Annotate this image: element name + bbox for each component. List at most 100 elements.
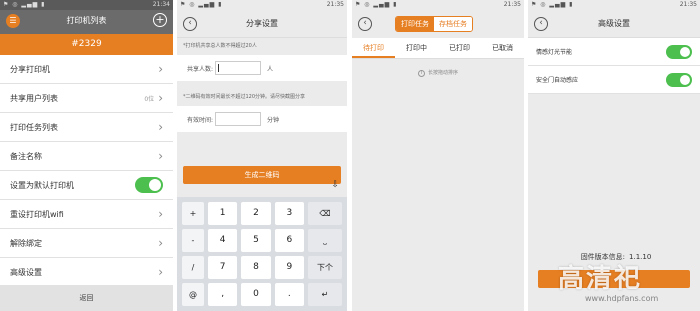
chevron-right-icon: ›: [158, 120, 163, 134]
door-sensor-row: 安全门自动感应: [528, 66, 700, 94]
status-bar: ⚑ ◎ ▂▄▆ ▮ 21:35: [177, 0, 347, 10]
info-icon: i: [417, 70, 425, 77]
share-limit-note: *打印机共享总人数不得超过20人: [183, 43, 257, 49]
keyboard-row: @ , 0 . ↵: [180, 281, 344, 308]
next-button[interactable]: 下个: [307, 256, 342, 279]
share-count-row: 共享人数: 人: [177, 55, 347, 81]
app-header: ☰ 打印机列表 +: [0, 10, 173, 34]
row-label: 安全门自动感应: [536, 77, 579, 84]
printer-id-banner: #2329: [0, 34, 173, 55]
generate-qr-button[interactable]: 生成二维码: [183, 166, 341, 184]
key-0[interactable]: 0: [241, 283, 271, 306]
share-settings-screen: ⚑ ◎ ▂▄▆ ▮ 21:35 ‹ 分享设置 *打印机共享总人数不得超过20人 …: [177, 0, 347, 311]
status-time: 21:35: [326, 1, 344, 8]
valid-time-row: 有效时间: 分钟: [177, 106, 347, 132]
key-1[interactable]: 1: [208, 202, 238, 225]
share-count-unit: 人: [267, 65, 274, 73]
row-label: 分享打印机: [10, 64, 50, 74]
remark-name-row[interactable]: 备注名称 ›: [0, 142, 173, 171]
sort-hint: i 长按拖动排序: [352, 69, 524, 77]
chevron-right-icon: ›: [158, 265, 163, 279]
share-count-label: 共享人数:: [187, 65, 214, 73]
back-arrow-icon[interactable]: ‹: [183, 17, 197, 31]
key-at[interactable]: @: [182, 283, 204, 306]
key-2[interactable]: 2: [241, 202, 271, 225]
status-icons: ⚑ ◎ ▂▄▆ ▮: [531, 1, 574, 8]
key-8[interactable]: 8: [241, 256, 271, 279]
valid-time-label: 有效时间:: [187, 116, 214, 124]
key-4[interactable]: 4: [208, 229, 238, 252]
key-minus[interactable]: -: [182, 229, 204, 252]
reset-wifi-row[interactable]: 重设打印机wifi ›: [0, 200, 173, 229]
sort-hint-text: 长按拖动排序: [427, 70, 458, 76]
nav-bar: ‹ 高级设置: [528, 10, 700, 38]
back-arrow-icon[interactable]: ‹: [534, 17, 548, 31]
keyboard-row: / 7 8 9 下个: [180, 254, 344, 281]
space-icon[interactable]: ⎵: [307, 229, 342, 252]
status-time: 21:35: [503, 1, 521, 8]
back-button[interactable]: 返回: [0, 285, 173, 311]
key-9[interactable]: 9: [274, 256, 304, 279]
share-printer-row[interactable]: 分享打印机 ›: [0, 55, 173, 84]
key-7[interactable]: 7: [208, 256, 238, 279]
door-sensor-toggle[interactable]: [666, 72, 692, 87]
backspace-icon[interactable]: ⌫: [307, 202, 342, 225]
valid-time-unit: 分钟: [267, 116, 280, 124]
numeric-keyboard: + 1 2 3 ⌫ - 4 5 6 ⎵ / 7 8 9 下个 @ , 0 . ↵: [177, 197, 347, 311]
key-5[interactable]: 5: [241, 229, 271, 252]
tab-cancelled[interactable]: 已取消: [481, 38, 524, 58]
user-count: 0位: [144, 95, 155, 103]
watermark-url: www.hdpfans.com: [585, 294, 659, 303]
status-icons: ⚑ ◎ ▂▄▆ ▮: [355, 1, 398, 8]
chevron-right-icon: ›: [158, 149, 163, 163]
nav-bar: ‹ 分享设置: [177, 10, 347, 38]
status-icons: ⚑ ◎ ▂▄▆ ▮: [3, 1, 46, 8]
row-label: 备注名称: [10, 151, 42, 161]
unbind-row[interactable]: 解除绑定 ›: [0, 229, 173, 258]
add-printer-icon[interactable]: +: [153, 13, 167, 27]
qr-validity-note: *二维码有效时间最长不超过120分钟。请尽快截图分享: [183, 94, 306, 100]
segment-archived-jobs[interactable]: 存档任务: [434, 17, 472, 31]
tab-printing[interactable]: 打印中: [395, 38, 438, 58]
advanced-settings-row[interactable]: 高级设置 ›: [0, 258, 173, 287]
chevron-right-icon: ›: [158, 91, 163, 105]
light-saving-toggle[interactable]: [666, 44, 692, 59]
chevron-right-icon: ›: [158, 207, 163, 221]
default-printer-toggle[interactable]: [135, 177, 163, 193]
enter-icon[interactable]: ↵: [307, 283, 342, 306]
tab-pending[interactable]: 待打印: [352, 38, 395, 58]
key-period[interactable]: .: [274, 283, 304, 306]
row-label: 共享用户列表: [10, 93, 58, 103]
row-label: 重设打印机wifi: [10, 209, 64, 219]
status-bar: ⚑ ◎ ▂▄▆ ▮ 21:35: [528, 0, 700, 10]
status-icons: ⚑ ◎ ▂▄▆ ▮: [180, 1, 223, 8]
row-label: 设置为默认打印机: [10, 180, 74, 190]
shared-users-row[interactable]: 共享用户列表 0位 ›: [0, 84, 173, 113]
key-3[interactable]: 3: [274, 202, 304, 225]
key-plus[interactable]: +: [182, 202, 204, 225]
row-label: 解除绑定: [10, 238, 42, 248]
tab-printed[interactable]: 已打印: [438, 38, 481, 58]
row-label: 打印任务列表: [10, 122, 58, 132]
job-status-tabs: 待打印 打印中 已打印 已取消: [352, 38, 524, 59]
status-bar: ⚑ ◎ ▂▄▆ ▮ 21:34: [0, 0, 173, 10]
nav-bar: ‹ 打印任务 存档任务: [352, 10, 524, 38]
keyboard-row: + 1 2 3 ⌫: [180, 200, 344, 227]
menu-icon[interactable]: ☰: [6, 14, 20, 28]
valid-time-input[interactable]: [215, 112, 262, 126]
watermark-logo: 高清祀: [558, 264, 643, 294]
page-title: 分享设置: [246, 19, 278, 28]
default-printer-row: 设置为默认打印机: [0, 171, 173, 200]
key-comma[interactable]: ,: [208, 283, 238, 306]
share-count-input[interactable]: [215, 61, 262, 75]
status-time: 21:34: [152, 1, 170, 8]
back-arrow-icon[interactable]: ‹: [358, 17, 372, 31]
segment-print-jobs[interactable]: 打印任务: [396, 17, 434, 31]
key-6[interactable]: 6: [274, 229, 304, 252]
keyboard-hide-icon[interactable]: ⇩: [331, 180, 339, 190]
print-jobs-row[interactable]: 打印任务列表 ›: [0, 113, 173, 142]
chevron-right-icon: ›: [158, 236, 163, 250]
key-slash[interactable]: /: [182, 256, 204, 279]
row-label: 情感灯光节能: [536, 49, 573, 56]
keyboard-row: - 4 5 6 ⎵: [180, 227, 344, 254]
